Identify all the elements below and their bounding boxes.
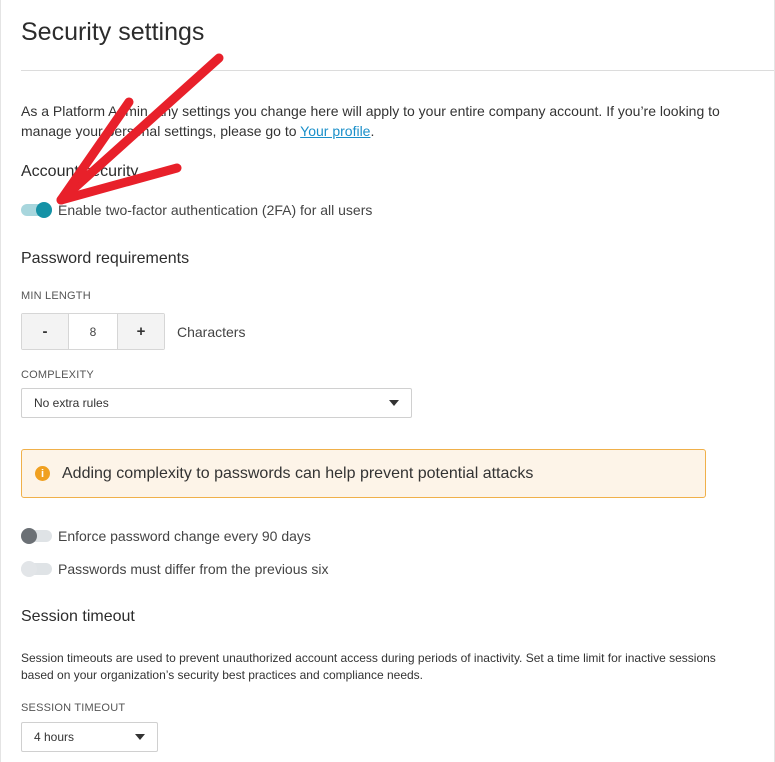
differ-previous-label: Passwords must differ from the previous … bbox=[58, 561, 329, 577]
title-divider bbox=[21, 70, 774, 71]
enforce-change-row: Enforce password change every 90 days bbox=[21, 528, 311, 544]
toggle-knob bbox=[36, 202, 52, 218]
min-length-value[interactable]: 8 bbox=[68, 314, 118, 349]
password-requirements-heading: Password requirements bbox=[21, 250, 190, 267]
twofa-toggle[interactable] bbox=[21, 202, 52, 218]
toggle-knob bbox=[21, 561, 37, 577]
chevron-down-icon bbox=[135, 734, 145, 740]
min-length-label: MIN LENGTH bbox=[21, 290, 91, 302]
page-title: Security settings bbox=[21, 18, 205, 46]
enforce-change-label: Enforce password change every 90 days bbox=[58, 528, 311, 544]
session-timeout-heading: Session timeout bbox=[21, 608, 135, 625]
complexity-select[interactable]: No extra rules bbox=[21, 388, 412, 418]
account-security-heading: Account security bbox=[21, 163, 139, 180]
security-settings-page: Security settings As a Platform Admin, a… bbox=[0, 0, 775, 762]
complexity-value: No extra rules bbox=[34, 396, 109, 410]
twofa-label: Enable two-factor authentication (2FA) f… bbox=[58, 202, 373, 218]
complexity-label: COMPLEXITY bbox=[21, 369, 94, 381]
session-timeout-select[interactable]: 4 hours bbox=[21, 722, 158, 752]
differ-previous-toggle[interactable] bbox=[21, 561, 52, 577]
session-timeout-label: SESSION TIMEOUT bbox=[21, 702, 126, 714]
intro-text-end: . bbox=[370, 123, 375, 139]
differ-previous-row: Passwords must differ from the previous … bbox=[21, 561, 329, 577]
info-icon: i bbox=[35, 466, 50, 481]
toggle-knob bbox=[21, 528, 37, 544]
alert-text: Adding complexity to passwords can help … bbox=[62, 464, 534, 482]
session-description: Session timeouts are used to prevent una… bbox=[21, 651, 716, 682]
characters-label: Characters bbox=[177, 324, 246, 340]
twofa-row: Enable two-factor authentication (2FA) f… bbox=[21, 202, 372, 218]
complexity-alert: i Adding complexity to passwords can hel… bbox=[21, 449, 706, 498]
decrement-button[interactable]: - bbox=[22, 314, 68, 349]
enforce-change-toggle[interactable] bbox=[21, 528, 52, 544]
intro-text: As a Platform Admin, any settings you ch… bbox=[21, 101, 721, 141]
min-length-stepper: - 8 + bbox=[21, 313, 165, 350]
chevron-down-icon bbox=[389, 400, 399, 406]
increment-button[interactable]: + bbox=[118, 314, 164, 349]
your-profile-link[interactable]: Your profile bbox=[300, 123, 370, 139]
session-timeout-value: 4 hours bbox=[34, 730, 75, 744]
